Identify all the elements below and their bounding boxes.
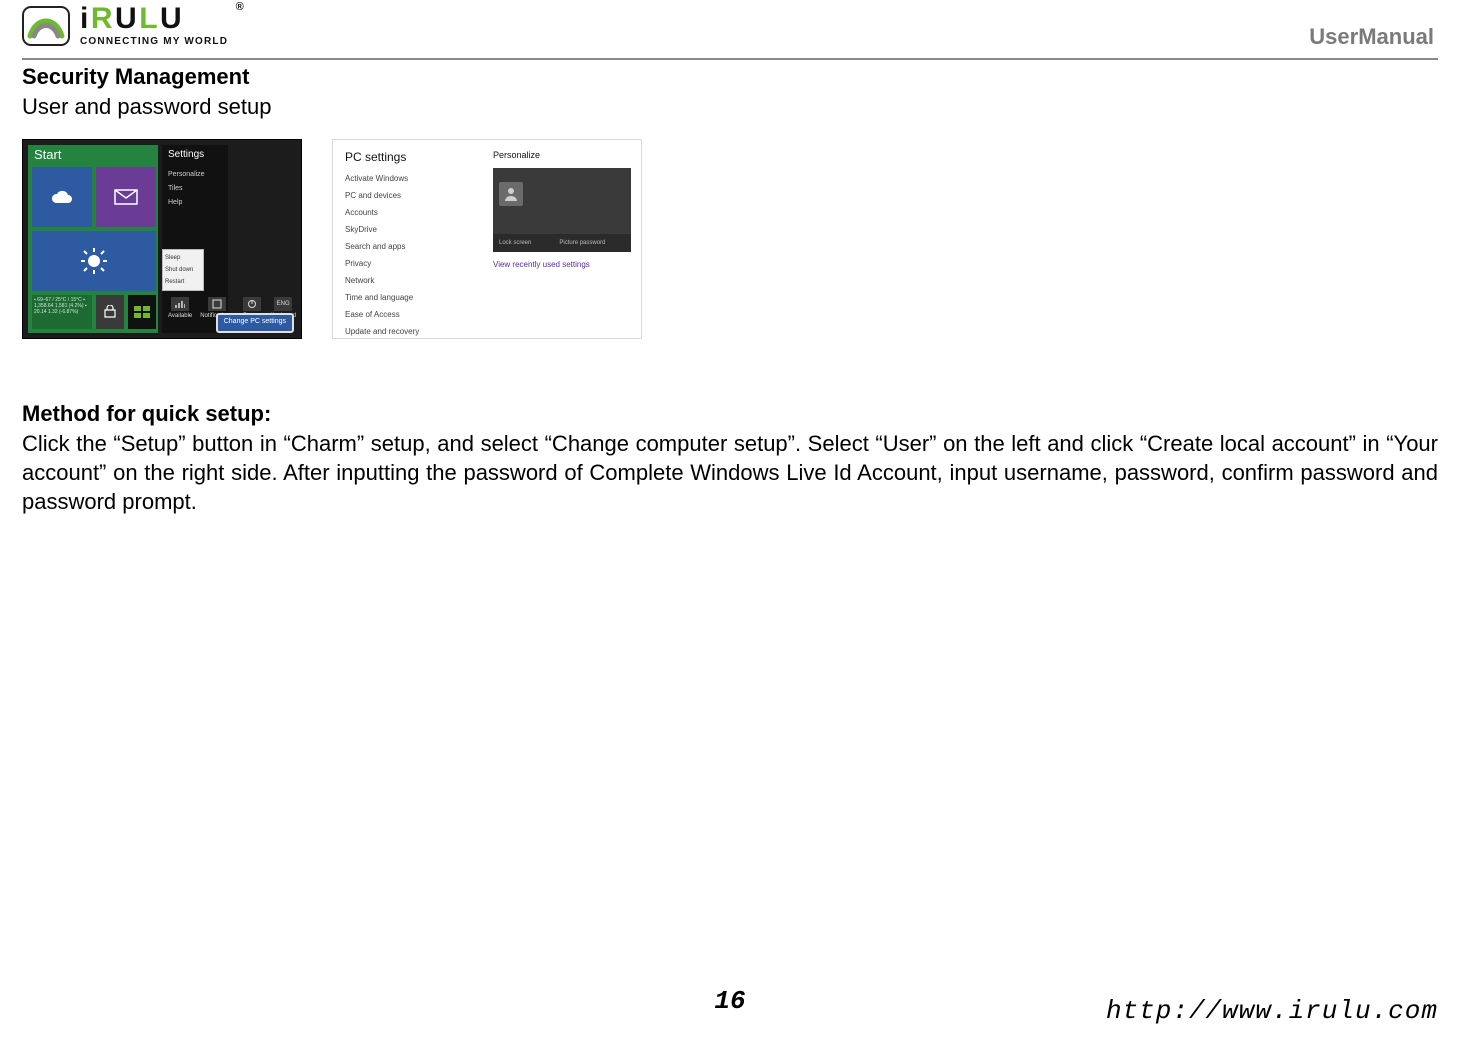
brand-logo: i R U L U ® CONNECTING MY WORLD — [22, 0, 1438, 47]
personalize-title: Personalize — [483, 140, 641, 160]
brand-letter: R — [91, 4, 113, 34]
start-label: Start — [34, 147, 61, 162]
section-subtitle: User and password setup — [22, 92, 1438, 122]
menu-item: Ease of Access — [333, 306, 483, 323]
stripe-label: Picture password — [559, 240, 605, 246]
pc-settings-sidebar: PC settings Activate Windows PC and devi… — [333, 140, 484, 338]
brand-wordmark: i R U L U ® — [80, 4, 228, 34]
figure-start-screen: Start ▪ 69–67 / 25°C / 15°C ▪ 1,358.64 1… — [22, 139, 302, 339]
change-pc-settings-button: Change PC settings — [216, 313, 294, 333]
menu-item: Activate Windows — [333, 170, 483, 187]
pc-settings-detail: Personalize Lock screen Picture password… — [483, 140, 641, 338]
page-number: 16 — [714, 986, 745, 1026]
tile-store — [96, 295, 124, 329]
popup-item: Sleep — [165, 255, 201, 261]
footer-url: http://www.irulu.com — [1106, 996, 1438, 1026]
recent-settings-link: View recently used settings — [493, 260, 590, 269]
menu-item: Search and apps — [333, 238, 483, 255]
tile-desktop — [128, 295, 156, 329]
brand-letter: U — [160, 4, 182, 34]
tile-weather — [32, 231, 156, 291]
menu-item: Privacy — [333, 255, 483, 272]
menu-item: Time and language — [333, 289, 483, 306]
stripe-label: Lock screen — [499, 240, 531, 246]
method-block: Method for quick setup: Click the “Setup… — [22, 399, 1438, 516]
page-header: i R U L U ® CONNECTING MY WORLD UserManu… — [22, 0, 1438, 60]
power-popup: Sleep Shut down Restart — [162, 249, 204, 291]
pc-settings-menu: Activate Windows PC and devices Accounts… — [333, 170, 483, 340]
page-footer: 16 http://www.irulu.com — [22, 986, 1438, 1026]
page-content: Security Management User and password se… — [22, 62, 1438, 516]
charm-item: Tiles — [168, 185, 183, 192]
tile-skydrive — [32, 167, 92, 227]
doc-label: UserManual — [1309, 24, 1434, 50]
method-heading: Method for quick setup: — [22, 399, 1438, 429]
brand-letter: i — [80, 4, 89, 34]
registered-mark: ® — [236, 2, 245, 13]
figure-row: Start ▪ 69–67 / 25°C / 15°C ▪ 1,358.64 1… — [22, 139, 1438, 339]
pc-settings-title: PC settings — [333, 140, 483, 170]
avatar-icon — [499, 182, 523, 206]
menu-item: Update and recovery — [333, 323, 483, 340]
menu-item: SkyDrive — [333, 221, 483, 238]
brand-wordmark-block: i R U L U ® CONNECTING MY WORLD — [80, 4, 228, 47]
menu-item: Network — [333, 272, 483, 289]
menu-item: PC and devices — [333, 187, 483, 204]
lock-screen-preview: Lock screen Picture password — [493, 168, 631, 252]
lock-screen-stripe: Lock screen Picture password — [493, 234, 631, 252]
popup-item: Restart — [165, 279, 201, 285]
popup-item: Shut down — [165, 267, 201, 273]
brand-letter: L — [139, 4, 158, 34]
tile-finance: ▪ 69–67 / 25°C / 15°C ▪ 1,358.64 1,581 (… — [32, 295, 92, 329]
brand-letter: U — [115, 4, 137, 34]
figure-pc-settings: PC settings Activate Windows PC and devi… — [332, 139, 642, 339]
charm-item: Personalize — [168, 171, 205, 178]
charm-title: Settings — [168, 149, 204, 160]
tile-mail — [96, 167, 156, 227]
method-body: Click the “Setup” button in “Charm” setu… — [22, 429, 1438, 516]
brand-tagline: CONNECTING MY WORLD — [80, 36, 228, 47]
charm-item: Help — [168, 199, 182, 206]
menu-item: Accounts — [333, 204, 483, 221]
document-page: i R U L U ® CONNECTING MY WORLD UserManu… — [0, 0, 1460, 1044]
brand-logo-mark — [22, 6, 70, 46]
charm-bottom-item: Available — [168, 297, 192, 319]
section-title: Security Management — [22, 62, 1438, 92]
